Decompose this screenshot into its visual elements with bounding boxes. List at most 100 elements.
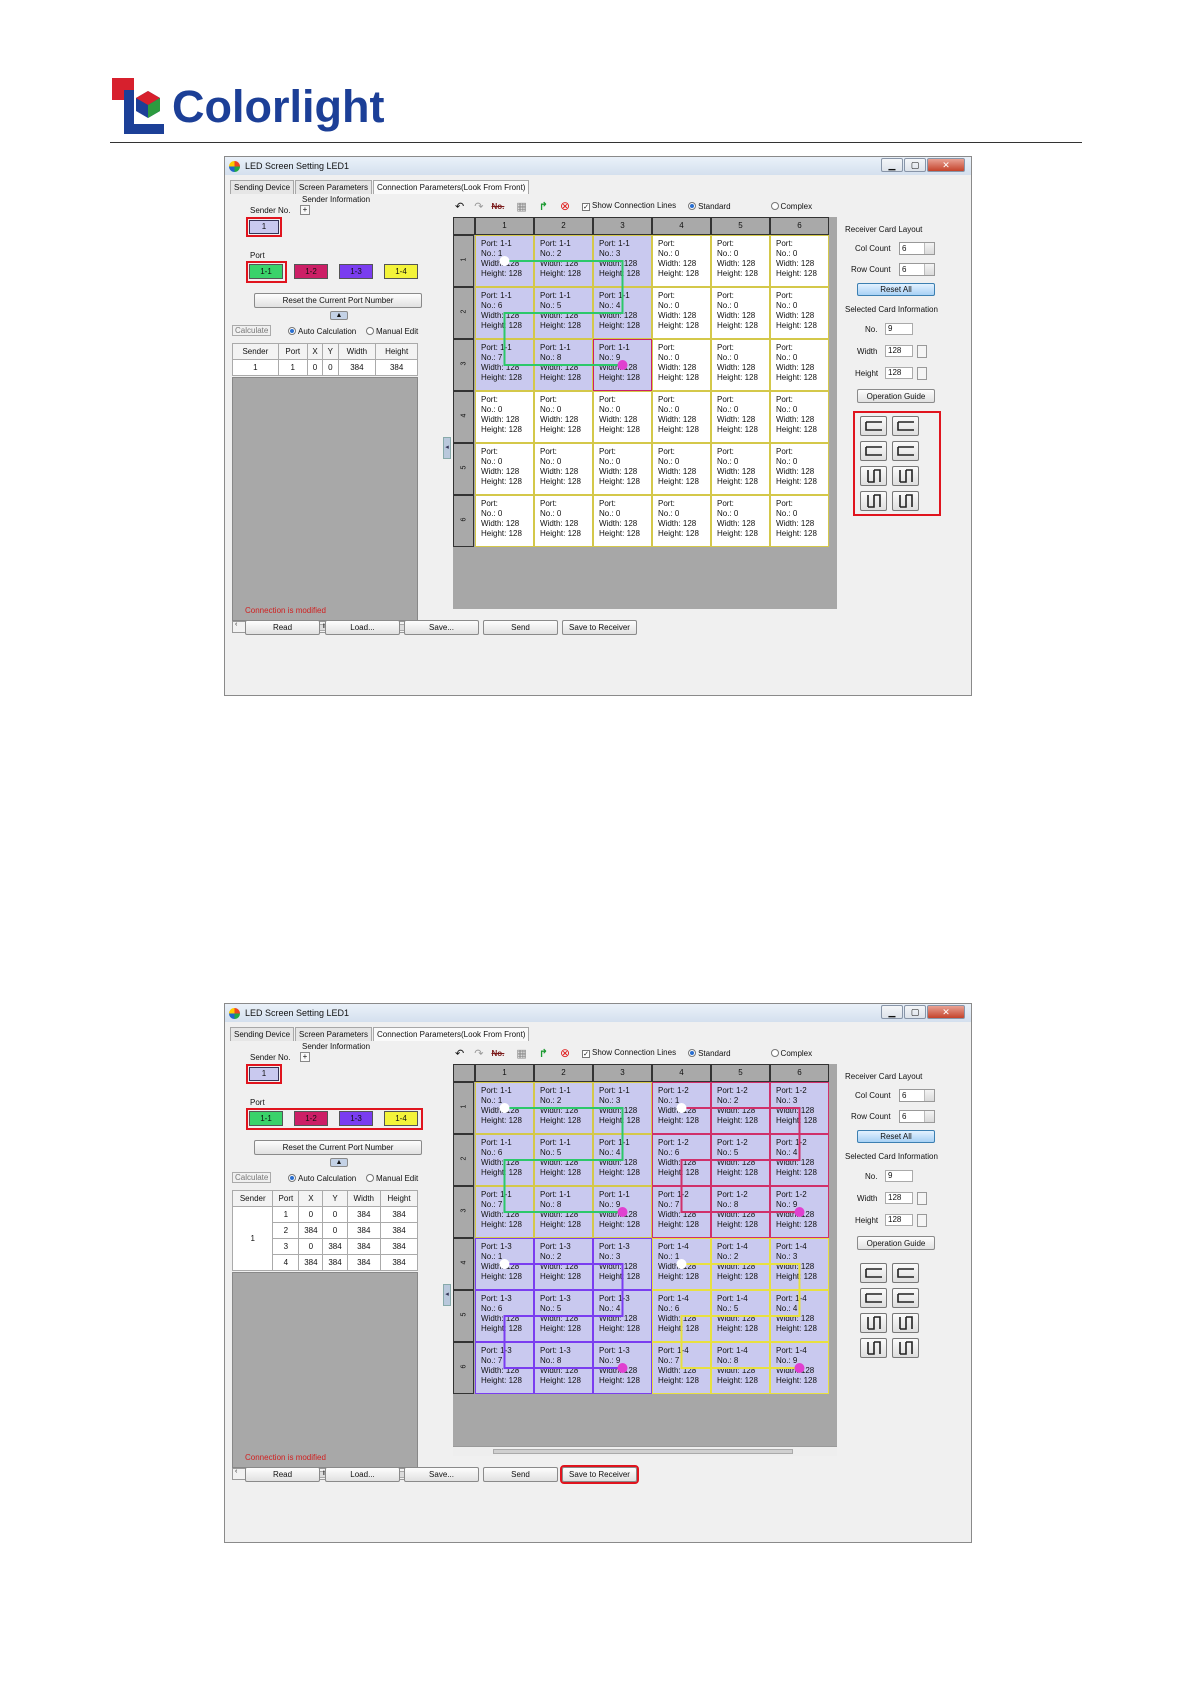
receiver-card-cell[interactable]: Port: 1-4 No.: 5 Width: 128 Height: 128 <box>711 1290 770 1342</box>
row-count-spinner[interactable]: 6 <box>899 263 935 276</box>
receiver-card-cell[interactable]: Port: No.: 0 Width: 128 Height: 128 <box>652 235 711 287</box>
grid-row-header[interactable]: 4 <box>453 1238 474 1290</box>
snake-vertical-up-icon[interactable] <box>860 1338 887 1358</box>
grid-row-header[interactable]: 3 <box>453 1186 474 1238</box>
grid-column-header[interactable]: 1 <box>475 1064 534 1082</box>
grid-row-header[interactable]: 5 <box>453 1290 474 1342</box>
receiver-card-cell[interactable]: Port: No.: 0 Width: 128 Height: 128 <box>534 391 593 443</box>
receiver-card-cell[interactable]: Port: 1-3 No.: 4 Width: 128 Height: 128 <box>593 1290 652 1342</box>
receiver-card-cell[interactable]: Port: 1-1 No.: 9 Width: 128 Height: 128 <box>593 1186 652 1238</box>
show-connection-lines-checkbox[interactable]: ✓ Show Connection Lines <box>582 1048 676 1058</box>
receiver-card-cell[interactable]: Port: 1-1 No.: 6 Width: 128 Height: 128 <box>475 287 534 339</box>
auto-calculation-radio[interactable]: Auto Calculation <box>288 1174 356 1183</box>
receiver-card-cell[interactable]: Port: 1-2 No.: 9 Width: 128 Height: 128 <box>770 1186 829 1238</box>
table-column-header[interactable]: Y <box>322 343 339 360</box>
receiver-card-cell[interactable]: Port: 1-4 No.: 7 Width: 128 Height: 128 <box>652 1342 711 1394</box>
grid-icon[interactable]: ▦ <box>516 200 526 213</box>
operation-guide-button[interactable]: Operation Guide <box>857 389 935 403</box>
manual-edit-radio[interactable]: Manual Edit <box>366 327 418 336</box>
clear-icon[interactable]: ⊗ <box>560 199 570 213</box>
receiver-card-cell[interactable]: Port: No.: 0 Width: 128 Height: 128 <box>534 495 593 547</box>
card-height-field[interactable]: 128 <box>885 367 913 379</box>
collapse-up-icon[interactable]: ▲ <box>330 311 348 320</box>
table-column-header[interactable]: X <box>298 1190 324 1207</box>
receiver-card-cell[interactable]: Port: 1-3 No.: 9 Width: 128 Height: 128 <box>593 1342 652 1394</box>
receiver-card-cell[interactable]: Port: 1-1 No.: 9 Width: 128 Height: 128 <box>593 339 652 391</box>
receiver-card-cell[interactable]: Port: 1-1 No.: 1 Width: 128 Height: 128 <box>475 1082 534 1134</box>
receiver-card-cell[interactable]: Port: 1-3 No.: 8 Width: 128 Height: 128 <box>534 1342 593 1394</box>
receiver-card-cell[interactable]: Port: 1-1 No.: 3 Width: 128 Height: 128 <box>593 235 652 287</box>
col-count-spinner[interactable]: 6 <box>899 242 935 255</box>
snake-vertical-down-alt-icon[interactable] <box>892 1313 919 1333</box>
receiver-card-cell[interactable]: Port: No.: 0 Width: 128 Height: 128 <box>475 495 534 547</box>
receiver-card-cell[interactable]: Port: 1-4 No.: 1 Width: 128 Height: 128 <box>652 1238 711 1290</box>
maximize-button[interactable]: ▢ <box>904 158 926 172</box>
card-height-field[interactable]: 128 <box>885 1214 913 1226</box>
receiver-card-cell[interactable]: Port: No.: 0 Width: 128 Height: 128 <box>770 235 829 287</box>
title-bar[interactable]: LED Screen Setting LED1 ▁ ▢ ✕ <box>225 1004 971 1022</box>
table-column-header[interactable]: Height <box>375 343 418 360</box>
send-button[interactable]: Send <box>483 1467 558 1482</box>
receiver-card-cell[interactable]: Port: No.: 0 Width: 128 Height: 128 <box>475 443 534 495</box>
row-count-spinner[interactable]: 6 <box>899 1110 935 1123</box>
receiver-card-cell[interactable]: Port: 1-2 No.: 8 Width: 128 Height: 128 <box>711 1186 770 1238</box>
receiver-card-cell[interactable]: Port: 1-2 No.: 5 Width: 128 Height: 128 <box>711 1134 770 1186</box>
scroll-left-icon[interactable]: ‹ <box>235 1468 237 1475</box>
receiver-card-cell[interactable]: Port: 1-3 No.: 6 Width: 128 Height: 128 <box>475 1290 534 1342</box>
receiver-card-cell[interactable]: Port: 1-1 No.: 7 Width: 128 Height: 128 <box>475 339 534 391</box>
grid-row-header[interactable]: 3 <box>453 339 474 391</box>
snake-vertical-up-alt-icon[interactable] <box>892 1338 919 1358</box>
redo-icon[interactable]: ↷ <box>474 1047 483 1060</box>
table-column-header[interactable]: Sender <box>232 343 279 360</box>
snake-horizontal-right-icon[interactable] <box>860 1263 887 1283</box>
clear-icon[interactable]: ⊗ <box>560 1046 570 1060</box>
reset-all-button[interactable]: Reset All <box>857 283 935 296</box>
receiver-card-cell[interactable]: Port: 1-1 No.: 5 Width: 128 Height: 128 <box>534 287 593 339</box>
load-button[interactable]: Load... <box>325 1467 400 1482</box>
receiver-card-cell[interactable]: Port: 1-3 No.: 3 Width: 128 Height: 128 <box>593 1238 652 1290</box>
receiver-card-cell[interactable]: Port: No.: 0 Width: 128 Height: 128 <box>652 495 711 547</box>
send-button[interactable]: Send <box>483 620 558 635</box>
undo-icon[interactable]: ↶ <box>455 1047 464 1060</box>
snake-vertical-down-icon[interactable] <box>860 1313 887 1333</box>
receiver-card-cell[interactable]: Port: 1-1 No.: 8 Width: 128 Height: 128 <box>534 339 593 391</box>
grid-row-header[interactable]: 1 <box>453 1082 474 1134</box>
receiver-card-cell[interactable]: Port: No.: 0 Width: 128 Height: 128 <box>593 443 652 495</box>
number-toggle-button[interactable]: No. <box>491 1049 504 1058</box>
tab-connection-parameters[interactable]: Connection Parameters(Look From Front) <box>372 180 530 194</box>
receiver-card-cell[interactable]: Port: 1-2 No.: 3 Width: 128 Height: 128 <box>770 1082 829 1134</box>
receiver-card-cell[interactable]: Port: 1-1 No.: 4 Width: 128 Height: 128 <box>593 1134 652 1186</box>
snake-horizontal-right-icon[interactable] <box>860 416 887 436</box>
save-button[interactable]: Save... <box>404 620 479 635</box>
route-icon[interactable]: ↱ <box>539 200 548 213</box>
save-to-receiver-button[interactable]: Save to Receiver <box>562 620 637 635</box>
close-button[interactable]: ✕ <box>927 1005 965 1019</box>
receiver-card-cell[interactable]: Port: No.: 0 Width: 128 Height: 128 <box>770 495 829 547</box>
receiver-card-cell[interactable]: Port: 1-3 No.: 1 Width: 128 Height: 128 <box>475 1238 534 1290</box>
minimize-button[interactable]: ▁ <box>881 158 903 172</box>
receiver-card-cell[interactable]: Port: 1-1 No.: 8 Width: 128 Height: 128 <box>534 1186 593 1238</box>
grid-column-header[interactable]: 5 <box>711 217 770 235</box>
width-lock-icon[interactable] <box>917 345 927 358</box>
reset-port-number-button[interactable]: Reset the Current Port Number <box>254 293 422 308</box>
save-to-receiver-button[interactable]: Save to Receiver <box>560 1465 639 1484</box>
tab-sending-device[interactable]: Sending Device <box>230 1027 295 1041</box>
grid-column-header[interactable]: 6 <box>770 1064 829 1082</box>
receiver-card-cell[interactable]: Port: 1-1 No.: 2 Width: 128 Height: 128 <box>534 235 593 287</box>
receiver-card-cell[interactable]: Port: No.: 0 Width: 128 Height: 128 <box>711 391 770 443</box>
receiver-card-cell[interactable]: Port: 1-4 No.: 2 Width: 128 Height: 128 <box>711 1238 770 1290</box>
receiver-card-cell[interactable]: Port: No.: 0 Width: 128 Height: 128 <box>652 391 711 443</box>
tab-screen-parameters[interactable]: Screen Parameters <box>295 180 372 194</box>
sender-button-1[interactable]: 1 <box>249 220 279 234</box>
col-count-spinner[interactable]: 6 <box>899 1089 935 1102</box>
save-button[interactable]: Save... <box>404 1467 479 1482</box>
table-column-header[interactable]: Height <box>380 1190 418 1207</box>
receiver-card-cell[interactable]: Port: 1-1 No.: 2 Width: 128 Height: 128 <box>534 1082 593 1134</box>
receiver-card-cell[interactable]: Port: No.: 0 Width: 128 Height: 128 <box>652 287 711 339</box>
grid-row-header[interactable]: 1 <box>453 235 474 287</box>
snake-horizontal-left-icon[interactable] <box>892 1263 919 1283</box>
add-sender-button[interactable]: + <box>300 205 310 215</box>
receiver-card-cell[interactable]: Port: 1-4 No.: 9 Width: 128 Height: 128 <box>770 1342 829 1394</box>
table-column-header[interactable]: Width <box>337 343 377 360</box>
auto-calculation-radio[interactable]: Auto Calculation <box>288 327 356 336</box>
